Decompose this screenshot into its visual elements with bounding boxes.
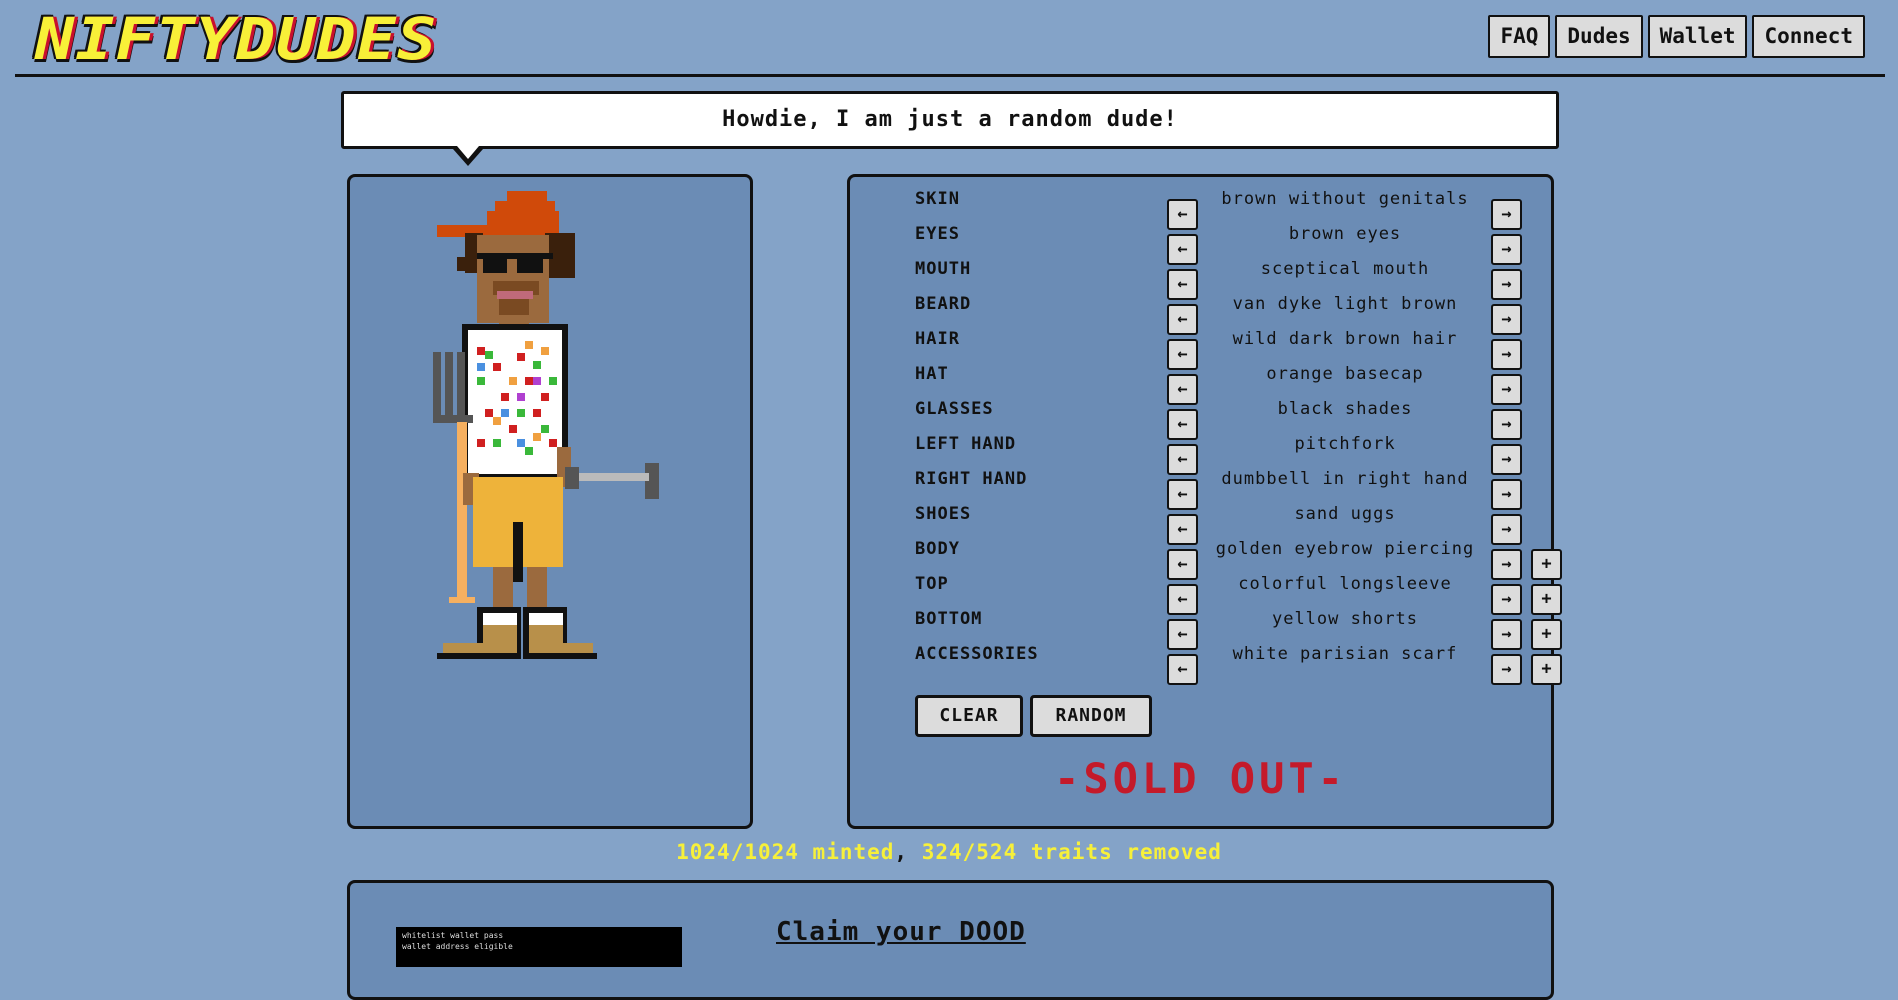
nav-dudes-button[interactable]: Dudes — [1555, 15, 1643, 58]
trait-add-button[interactable]: + — [1531, 654, 1562, 685]
trait-row-shoes: SHOES ← sand uggs → — [915, 502, 1555, 545]
trait-value: colorful longsleeve — [1238, 574, 1452, 594]
trait-label: SKIN — [915, 189, 960, 209]
nav-connect-button[interactable]: Connect — [1752, 15, 1865, 58]
claim-title-link[interactable]: Claim your DOOD — [776, 917, 1026, 947]
trait-row-hair: HAIR ← wild dark brown hair → — [915, 327, 1555, 370]
minted-count: 1024/1024 minted — [676, 840, 895, 864]
trait-label: BEARD — [915, 294, 972, 314]
trait-row-accessories: ACCESSORIES ← white parisian scarf → + — [915, 642, 1562, 685]
niftydudes-logo[interactable]: NIFTYDUDES — [35, 10, 437, 68]
trait-label: TOP — [915, 574, 949, 594]
sold-out-label: -SOLD OUT- — [1054, 754, 1347, 803]
site-header: NIFTYDUDES FAQ Dudes Wallet Connect — [15, 0, 1885, 77]
trait-value: orange basecap — [1266, 364, 1424, 384]
trait-value: wild dark brown hair — [1232, 329, 1458, 349]
trait-value: golden eyebrow piercing — [1215, 539, 1475, 559]
dude-pixel-art — [433, 191, 659, 659]
nav-faq-button[interactable]: FAQ — [1488, 15, 1551, 58]
trait-row-hat: HAT ← orange basecap → — [915, 362, 1555, 405]
speech-bubble: Howdie, I am just a random dude! — [341, 91, 1559, 149]
trait-label: BOTTOM — [915, 609, 983, 629]
trait-row-glasses: GLASSES ← black shades → — [915, 397, 1555, 440]
trait-row-skin: SKIN ← brown without genitals → — [915, 187, 1555, 230]
stats-separator: , — [894, 840, 922, 864]
trait-row-beard: BEARD ← van dyke light brown → — [915, 292, 1555, 335]
speech-bubble-tail-fill — [457, 146, 479, 159]
dude-preview-panel — [347, 174, 753, 829]
trait-label: GLASSES — [915, 399, 994, 419]
trait-row-body: BODY ← golden eyebrow piercing → + — [915, 537, 1562, 580]
trait-value: black shades — [1277, 399, 1413, 419]
trait-value: brown eyes — [1288, 224, 1402, 244]
trait-value: pitchfork — [1294, 434, 1396, 454]
trait-row-left-hand: LEFT HAND ← pitchfork → — [915, 432, 1555, 475]
trait-row-top: TOP ← colorful longsleeve → + — [915, 572, 1562, 615]
trait-label: SHOES — [915, 504, 972, 524]
top-nav: FAQ Dudes Wallet Connect — [1488, 15, 1865, 58]
trait-label: LEFT HAND — [915, 434, 1017, 454]
claim-thumb-line: wallet address eligible — [402, 942, 513, 951]
trait-value: sceptical mouth — [1260, 259, 1430, 279]
trait-value: sand uggs — [1294, 504, 1396, 524]
trait-value: yellow shorts — [1271, 609, 1419, 629]
trait-value: van dyke light brown — [1232, 294, 1458, 314]
random-button[interactable]: RANDOM — [1030, 695, 1152, 737]
trait-row-bottom: BOTTOM ← yellow shorts → + — [915, 607, 1562, 650]
claim-thumbnail: whitelist wallet pass wallet address eli… — [396, 927, 682, 967]
trait-prev-button[interactable]: ← — [1167, 654, 1198, 685]
claim-thumb-line: whitelist wallet pass — [402, 931, 504, 940]
trait-value: dumbbell in right hand — [1221, 469, 1469, 489]
trait-label: HAIR — [915, 329, 960, 349]
trait-label: RIGHT HAND — [915, 469, 1028, 489]
clear-button[interactable]: CLEAR — [915, 695, 1023, 737]
mint-stats: 1024/1024 minted, 324/524 traits removed — [0, 840, 1898, 864]
nav-wallet-button[interactable]: Wallet — [1647, 15, 1748, 58]
trait-row-right-hand: RIGHT HAND ← dumbbell in right hand → — [915, 467, 1555, 510]
trait-value: brown without genitals — [1221, 189, 1469, 209]
trait-label: HAT — [915, 364, 949, 384]
traits-panel: SKIN ← brown without genitals → EYES ← brown e… — [847, 174, 1562, 829]
trait-next-button[interactable]: → — [1491, 654, 1522, 685]
trait-label: EYES — [915, 224, 960, 244]
trait-label: MOUTH — [915, 259, 972, 279]
claim-panel: whitelist wallet pass wallet address eli… — [347, 880, 1554, 1000]
trait-label: ACCESSORIES — [915, 644, 1039, 664]
trait-row-mouth: MOUTH ← sceptical mouth → — [915, 257, 1555, 300]
trait-row-eyes: EYES ← brown eyes → — [915, 222, 1555, 265]
trait-value: white parisian scarf — [1232, 644, 1458, 664]
trait-label: BODY — [915, 539, 960, 559]
traits-removed-count: 324/524 traits removed — [921, 840, 1222, 864]
